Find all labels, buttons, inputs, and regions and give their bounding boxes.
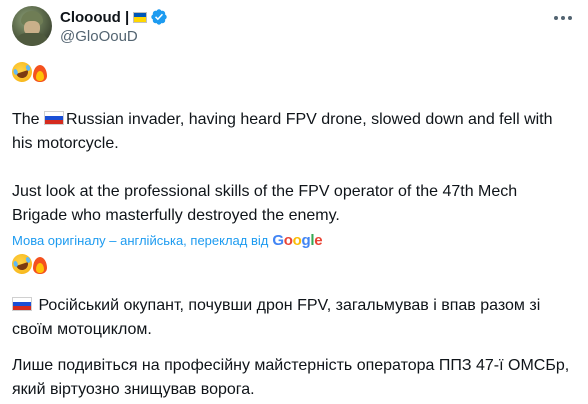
avatar[interactable]: [12, 6, 52, 46]
rolling-on-floor-laughing-emoji: [9, 59, 35, 85]
translation-note[interactable]: Мова оригіналу – англійська, переклад ві…: [12, 230, 323, 250]
translated-paragraph-2: Лише подивіться на професійну майстерніс…: [12, 357, 570, 398]
translated-paragraph-1: Російський окупант, почувши дрон FPV, за…: [12, 294, 576, 342]
more-options-icon[interactable]: [554, 16, 572, 20]
fire-emoji: [32, 62, 48, 82]
rolling-on-floor-laughing-emoji: [9, 251, 35, 277]
translated-paragraph-1-text: Російський окупант, почувши дрон FPV, за…: [12, 297, 541, 338]
name-row: Cloooud |: [60, 7, 168, 27]
fire-emoji: [32, 254, 48, 274]
author-info: Cloooud | @GloOouD: [60, 7, 168, 47]
ukraine-flag-icon: [133, 11, 148, 23]
paragraph-prefix: The: [12, 111, 45, 128]
user-handle[interactable]: @GloOouD: [60, 27, 168, 47]
russia-flag-icon: [44, 111, 65, 125]
paragraph-1-text: Russian invader, having heard FPV drone,…: [12, 111, 553, 152]
russia-flag-icon: [12, 297, 32, 311]
post-paragraph-2: Just look at the professional skills of …: [12, 183, 518, 224]
google-logo: Google: [272, 231, 323, 249]
verified-badge-icon: [151, 9, 167, 25]
tweet-header: Cloooud | @GloOouD: [12, 6, 576, 46]
post-paragraph-1: The Russian invader, having heard FPV dr…: [12, 108, 576, 156]
translation-label[interactable]: Мова оригіналу – англійська, переклад ві…: [12, 233, 268, 248]
display-name[interactable]: Cloooud |: [60, 9, 129, 26]
translated-emoji-line: [9, 251, 48, 277]
emoji-line: [9, 59, 48, 85]
